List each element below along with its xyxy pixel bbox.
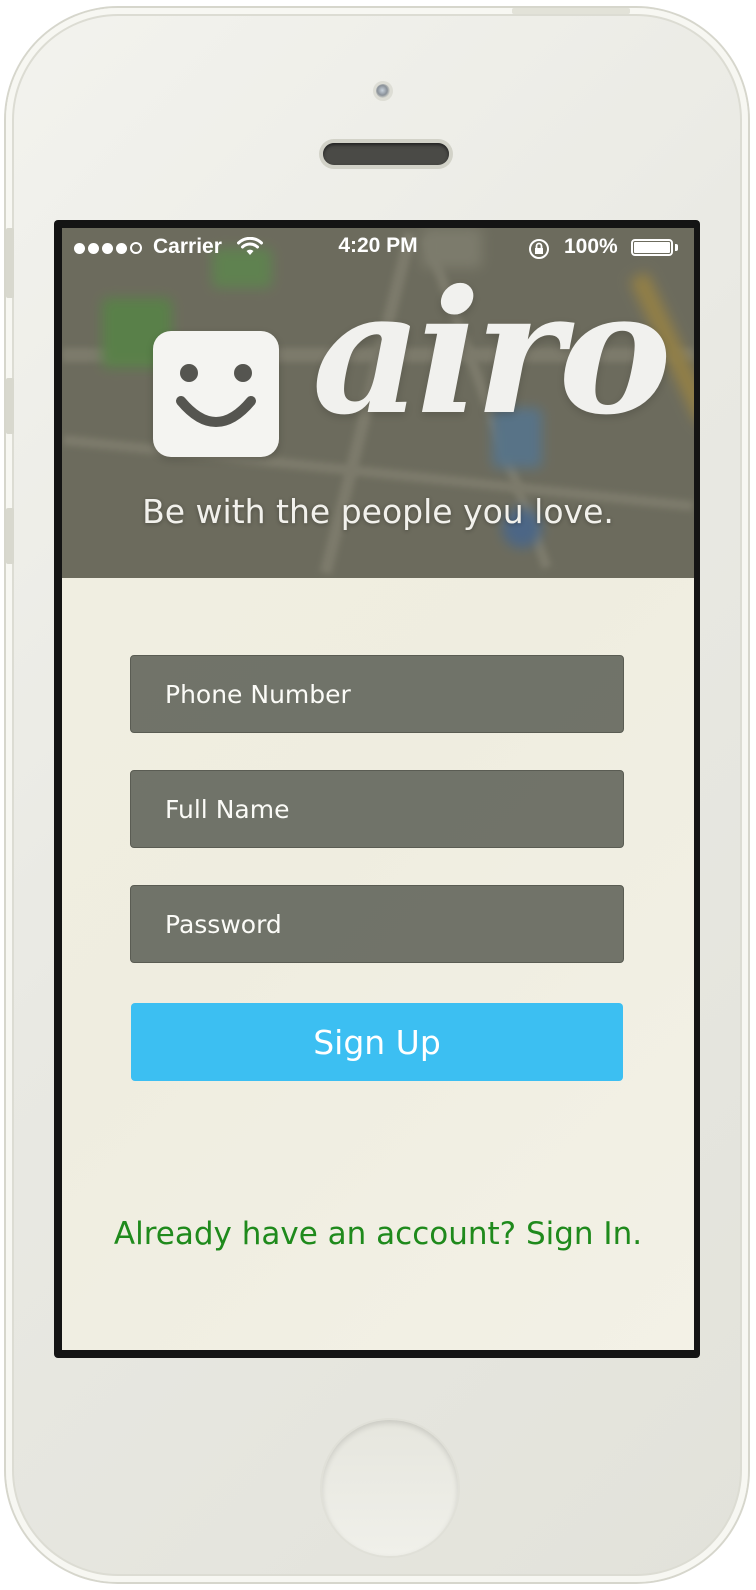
volume-down-button <box>6 508 14 564</box>
home-button[interactable] <box>322 1420 458 1556</box>
battery-nub <box>675 244 678 251</box>
brand-wordmark: airo <box>312 253 672 453</box>
smiley-logo-icon <box>153 331 279 457</box>
hero-map-background: Carrier 4:20 PM 100% airo Be with the pe… <box>62 228 694 578</box>
mute-switch <box>6 228 14 298</box>
phone-number-field[interactable] <box>130 655 624 733</box>
power-button <box>512 8 630 14</box>
password-field[interactable] <box>130 885 624 963</box>
front-camera <box>376 84 390 98</box>
volume-up-button <box>6 378 14 434</box>
sign-in-link[interactable]: Already have an account? Sign In. <box>62 1216 694 1252</box>
app-screen: Carrier 4:20 PM 100% airo Be with the pe… <box>62 228 694 1350</box>
tagline: Be with the people you love. <box>142 492 614 531</box>
full-name-field[interactable] <box>130 770 624 848</box>
sign-up-button[interactable]: Sign Up <box>131 1003 623 1081</box>
earpiece-speaker <box>323 143 449 165</box>
